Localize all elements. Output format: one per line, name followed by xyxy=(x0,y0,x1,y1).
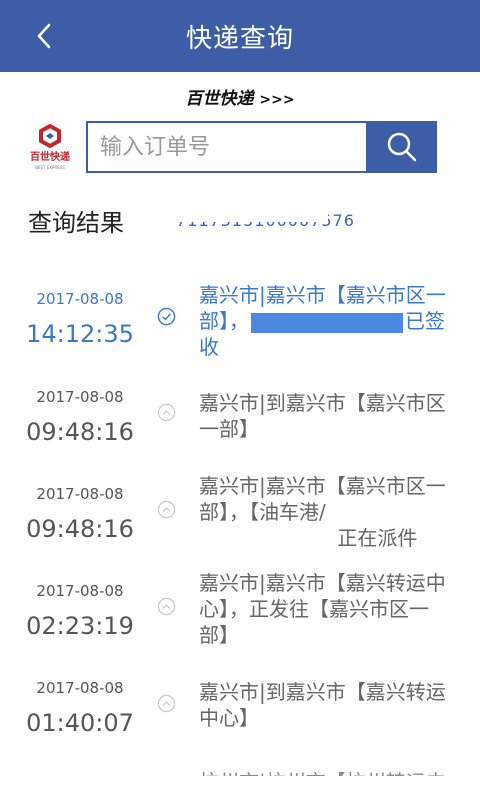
brand-name: 百世快递 xyxy=(185,89,254,109)
order-number-input[interactable] xyxy=(86,121,368,173)
app-header: 快递查询 xyxy=(0,0,480,72)
event-description: 嘉兴市|嘉兴市【嘉兴市区一部】，【油车港/ 正在派件 xyxy=(199,473,457,551)
brand-row[interactable]: 百世快递 >>> xyxy=(0,84,480,109)
page-title: 快递查询 xyxy=(185,23,294,54)
event-text: 嘉兴市|嘉兴市【嘉兴市区一部】，【油车港/ xyxy=(199,474,446,524)
chevron-up-circle-icon xyxy=(157,694,176,713)
check-circle-icon xyxy=(157,307,176,326)
chevron-up-circle-icon xyxy=(157,403,176,422)
event-time: 02:23:19 xyxy=(26,612,134,640)
event-description: 嘉兴市|嘉兴市【嘉兴转运中心】，正发往【嘉兴市区一部】 xyxy=(199,571,446,647)
search-button[interactable] xyxy=(366,121,437,173)
back-button[interactable] xyxy=(26,18,62,54)
chevron-up-circle-icon xyxy=(157,500,176,519)
search-icon xyxy=(387,132,416,162)
event-date: 2017-08-08 xyxy=(36,290,124,308)
event-description: 嘉兴市|到嘉兴市【嘉兴市区一部】 xyxy=(199,391,446,441)
chevron-up-circle-icon xyxy=(157,597,176,616)
event-date: 2017-08-08 xyxy=(36,485,124,503)
event-date: 2017-08-08 xyxy=(36,582,124,600)
company-logo: 百世快递 BEST EXPRESS xyxy=(28,124,72,172)
logo-mark-icon xyxy=(39,124,61,149)
tracking-redaction xyxy=(176,208,328,222)
event-text-tail: 正在派件 xyxy=(331,526,418,550)
event-time: 01:40:07 xyxy=(26,709,134,737)
redacted-block xyxy=(251,312,403,333)
event-date: 2017-08-08 xyxy=(36,388,124,406)
timeline-row-partial: 杭州市|杭州市【杭州转运中 xyxy=(199,766,446,776)
event-date: 2017-08-08 xyxy=(36,679,124,697)
chevron-left-icon xyxy=(37,23,51,49)
logo-text: 百世快递 xyxy=(30,152,70,163)
event-description: 嘉兴市|到嘉兴市【嘉兴转运中心】 xyxy=(199,680,446,730)
event-time: 14:12:35 xyxy=(26,320,134,348)
brand-arrows: >>> xyxy=(259,92,295,108)
event-description: 嘉兴市|嘉兴市【嘉兴市区一部】， 已签收 xyxy=(199,282,457,360)
result-title: 查询结果 xyxy=(28,209,124,237)
redacted-block xyxy=(199,529,331,550)
event-time: 09:48:16 xyxy=(26,418,134,446)
event-time: 09:48:16 xyxy=(26,515,134,543)
logo-subtext: BEST EXPRESS xyxy=(35,165,65,170)
